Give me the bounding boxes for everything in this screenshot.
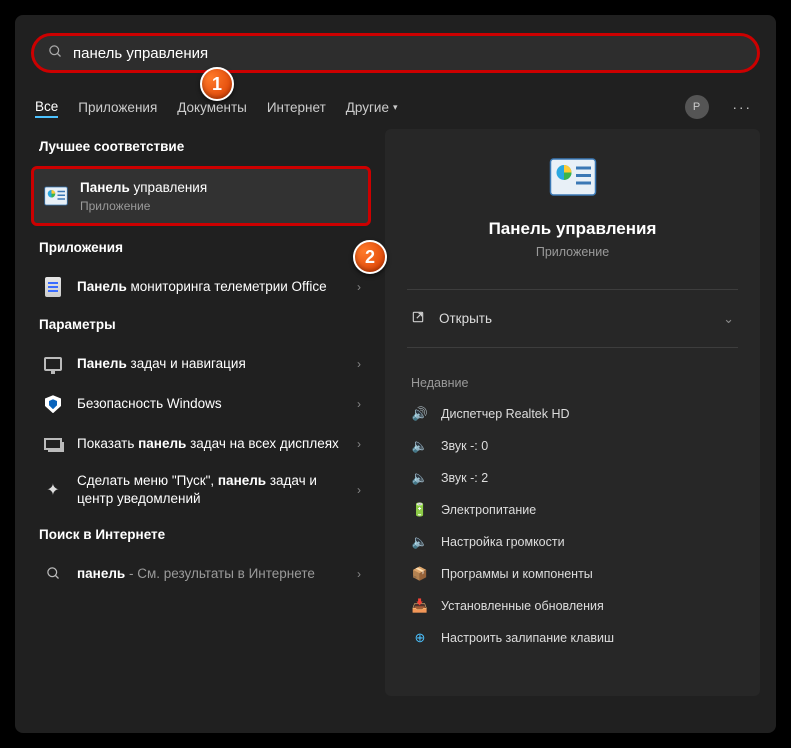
app-result-title: Панель мониторинга телеметрии Office: [77, 278, 349, 296]
setting-show-taskbar-all[interactable]: Показать панель задач на всех дисплеях ›: [31, 424, 371, 464]
recent-label: Настройка громкости: [441, 535, 565, 549]
setting-title: Безопасность Windows: [77, 395, 349, 413]
best-match-title: Панель управления: [80, 179, 358, 197]
chevron-right-icon: ›: [349, 357, 361, 371]
update-icon: 📥: [411, 597, 429, 615]
power-icon: 🔋: [411, 501, 429, 519]
open-label: Открыть: [439, 311, 492, 326]
setting-start-menu-notif[interactable]: ✦ Сделать меню "Пуск", панель задач и це…: [31, 464, 371, 516]
search-input[interactable]: [73, 45, 743, 62]
recent-sound-0[interactable]: 🔈 Звук -: 0: [391, 430, 754, 462]
accessibility-icon: ⊕: [411, 629, 429, 647]
setting-windows-security[interactable]: Безопасность Windows ›: [31, 384, 371, 424]
control-panel-icon: [44, 184, 68, 208]
tab-other[interactable]: Другие ▾: [346, 98, 398, 117]
chevron-right-icon: ›: [349, 397, 361, 411]
sparkle-icon: ✦: [41, 478, 65, 502]
annotation-badge-1: 1: [200, 67, 234, 101]
document-icon: [41, 275, 65, 299]
results-column: Лучшее соответствие Панель уп: [31, 129, 371, 696]
shield-icon: [41, 392, 65, 416]
section-best-match: Лучшее соответствие: [31, 129, 371, 166]
filter-tabs: Все Приложения Документы Интернет Другие…: [31, 73, 760, 129]
recent-label: Звук -: 0: [441, 439, 488, 453]
tab-apps[interactable]: Приложения: [78, 98, 157, 117]
preview-title: Панель управления: [401, 219, 744, 239]
monitor-icon: [41, 352, 65, 376]
speaker-icon: 🔊: [411, 405, 429, 423]
chevron-right-icon: ›: [349, 437, 361, 451]
setting-taskbar-nav[interactable]: Панель задач и навигация ›: [31, 344, 371, 384]
box-icon: 📦: [411, 565, 429, 583]
preview-subtitle: Приложение: [401, 245, 744, 259]
recent-label: Электропитание: [441, 503, 536, 517]
setting-title: Показать панель задач на всех дисплеях: [77, 435, 349, 453]
chevron-down-icon: ▾: [393, 102, 398, 113]
more-button[interactable]: ···: [729, 100, 757, 115]
setting-title: Панель задач и навигация: [77, 355, 349, 373]
preview-panel: Панель управления Приложение Открыть ⌄ Н…: [385, 129, 760, 696]
start-search-window: 1 Все Приложения Документы Интернет Друг…: [15, 15, 776, 733]
sound-icon: 🔈: [411, 437, 429, 455]
recent-volume[interactable]: 🔈 Настройка громкости: [391, 526, 754, 558]
open-icon: [411, 310, 425, 327]
best-match-subtitle: Приложение: [80, 199, 358, 213]
tab-all[interactable]: Все: [35, 97, 58, 118]
recent-sticky-keys[interactable]: ⊕ Настроить залипание клавиш: [391, 622, 754, 654]
recent-programs[interactable]: 📦 Программы и компоненты: [391, 558, 754, 590]
search-bar[interactable]: [31, 33, 760, 73]
user-avatar[interactable]: P: [685, 95, 709, 119]
chevron-right-icon: ›: [349, 280, 361, 294]
recent-realtek[interactable]: 🔊 Диспетчер Realtek HD: [391, 398, 754, 430]
section-apps: Приложения: [31, 230, 371, 267]
web-result-title: панель - См. результаты в Интернете: [77, 565, 349, 583]
search-icon: [48, 44, 63, 63]
best-match-item[interactable]: Панель управления Приложение: [31, 166, 371, 226]
section-settings: Параметры: [31, 307, 371, 344]
preview-app-icon: [549, 153, 597, 201]
recent-label: Установленные обновления: [441, 599, 604, 613]
chevron-down-icon[interactable]: ⌄: [723, 311, 734, 327]
recent-label: Настроить залипание клавиш: [441, 631, 614, 645]
open-button[interactable]: Открыть ⌄: [391, 300, 754, 337]
displays-icon: [41, 432, 65, 456]
recent-power[interactable]: 🔋 Электропитание: [391, 494, 754, 526]
recent-sound-2[interactable]: 🔈 Звук -: 2: [391, 462, 754, 494]
recent-label: Программы и компоненты: [441, 567, 593, 581]
recent-label: Диспетчер Realtek HD: [441, 407, 570, 421]
app-result-item[interactable]: Панель мониторинга телеметрии Office ›: [31, 267, 371, 307]
web-result-item[interactable]: панель - См. результаты в Интернете ›: [31, 554, 371, 594]
divider: [407, 347, 738, 348]
tab-web[interactable]: Интернет: [267, 98, 326, 117]
section-web: Поиск в Интернете: [31, 517, 371, 554]
recent-title: Недавние: [391, 358, 754, 398]
recent-label: Звук -: 2: [441, 471, 488, 485]
search-icon: [41, 562, 65, 586]
sound-icon: 🔈: [411, 469, 429, 487]
chevron-right-icon: ›: [349, 567, 361, 581]
sound-icon: 🔈: [411, 533, 429, 551]
recent-updates[interactable]: 📥 Установленные обновления: [391, 590, 754, 622]
divider: [407, 289, 738, 290]
tab-other-label: Другие: [346, 100, 389, 115]
setting-title: Сделать меню "Пуск", панель задач и цент…: [77, 472, 349, 508]
chevron-right-icon: ›: [349, 483, 361, 497]
